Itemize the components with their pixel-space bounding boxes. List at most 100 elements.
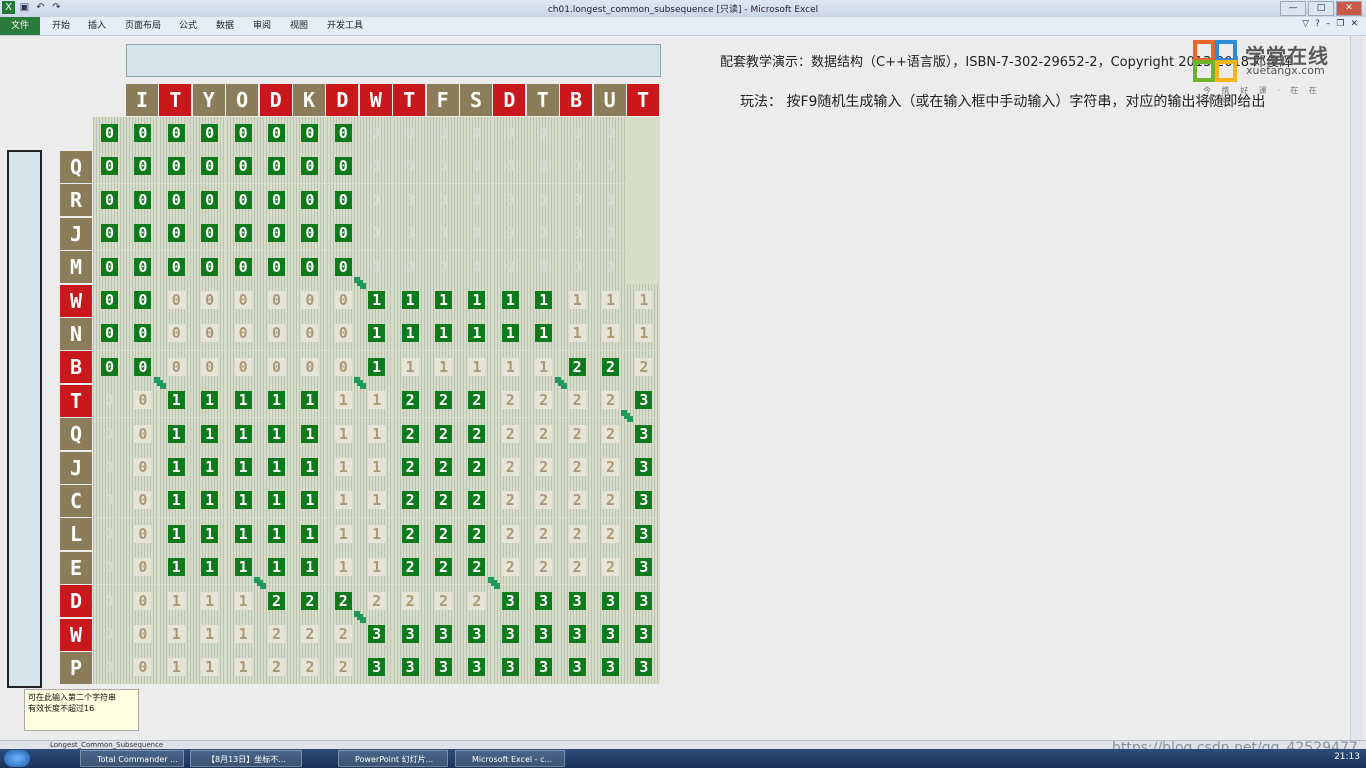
task-powerpoint[interactable]: PowerPoint 幻灯片...: [338, 750, 448, 767]
lcs-cell[interactable]: 1: [227, 384, 260, 417]
tab-formulas[interactable]: 公式: [179, 17, 197, 35]
lcs-cell[interactable]: 0: [394, 217, 427, 250]
lcs-cell[interactable]: 0: [126, 184, 159, 217]
lcs-cell[interactable]: 3: [594, 585, 627, 618]
lcs-cell[interactable]: 0: [494, 251, 527, 284]
lcs-cell[interactable]: 3: [494, 618, 527, 651]
lcs-cell[interactable]: 0: [93, 351, 126, 384]
lcs-cell[interactable]: 0: [126, 618, 159, 651]
lcs-cell[interactable]: 0: [126, 284, 159, 317]
ribbon-collapse-icon[interactable]: ▽: [1302, 19, 1309, 29]
lcs-cell[interactable]: 1: [293, 384, 326, 417]
lcs-cell[interactable]: 2: [293, 585, 326, 618]
lcs-cell[interactable]: 0: [160, 117, 193, 150]
lcs-cell[interactable]: 1: [561, 317, 594, 350]
lcs-cell[interactable]: 1: [227, 618, 260, 651]
lcs-cell[interactable]: 0: [260, 217, 293, 250]
lcs-cell[interactable]: 2: [427, 418, 460, 451]
lcs-cell[interactable]: 0: [93, 251, 126, 284]
lcs-cell[interactable]: 2: [394, 384, 427, 417]
lcs-cell[interactable]: 0: [193, 117, 226, 150]
lcs-cell[interactable]: 0: [594, 184, 627, 217]
lcs-cell[interactable]: 2: [427, 585, 460, 618]
lcs-cell[interactable]: 2: [527, 384, 560, 417]
minimize-button[interactable]: —: [1280, 1, 1306, 16]
lcs-cell[interactable]: 0: [160, 217, 193, 250]
lcs-cell[interactable]: 1: [260, 518, 293, 551]
lcs-cell[interactable]: 1: [427, 351, 460, 384]
lcs-cell[interactable]: 0: [260, 284, 293, 317]
lcs-cell[interactable]: 1: [460, 284, 493, 317]
lcs-cell[interactable]: 0: [293, 217, 326, 250]
lcs-cell[interactable]: 1: [193, 585, 226, 618]
lcs-cell[interactable]: 3: [561, 651, 594, 684]
lcs-cell[interactable]: 3: [427, 651, 460, 684]
lcs-cell[interactable]: 2: [427, 484, 460, 517]
lcs-cell[interactable]: 2: [494, 484, 527, 517]
lcs-cell[interactable]: 0: [427, 251, 460, 284]
lcs-cell[interactable]: 0: [193, 351, 226, 384]
lcs-cell[interactable]: 2: [427, 451, 460, 484]
lcs-cell[interactable]: 1: [227, 418, 260, 451]
lcs-cell[interactable]: 3: [494, 651, 527, 684]
lcs-cell[interactable]: 1: [494, 351, 527, 384]
lcs-cell[interactable]: 2: [594, 451, 627, 484]
lcs-cell[interactable]: 0: [93, 117, 126, 150]
lcs-cell[interactable]: 0: [293, 251, 326, 284]
lcs-cell[interactable]: 0: [427, 150, 460, 183]
lcs-cell[interactable]: 3: [594, 651, 627, 684]
tab-data[interactable]: 数据: [216, 17, 234, 35]
lcs-cell[interactable]: 1: [227, 651, 260, 684]
lcs-cell[interactable]: 2: [260, 618, 293, 651]
lcs-cell[interactable]: 0: [394, 150, 427, 183]
lcs-cell[interactable]: 1: [293, 484, 326, 517]
lcs-cell[interactable]: 2: [260, 651, 293, 684]
lcs-cell[interactable]: 1: [527, 317, 560, 350]
lcs-cell[interactable]: 1: [360, 484, 393, 517]
lcs-cell[interactable]: 0: [460, 184, 493, 217]
lcs-cell[interactable]: 0: [427, 117, 460, 150]
lcs-cell[interactable]: 2: [527, 551, 560, 584]
lcs-cell[interactable]: 0: [360, 251, 393, 284]
lcs-cell[interactable]: 3: [627, 451, 660, 484]
lcs-cell[interactable]: 1: [327, 384, 360, 417]
lcs-cell[interactable]: 2: [494, 551, 527, 584]
lcs-cell[interactable]: 0: [160, 251, 193, 284]
lcs-cell[interactable]: 0: [494, 184, 527, 217]
lcs-cell[interactable]: 0: [594, 117, 627, 150]
lcs-cell[interactable]: 1: [327, 518, 360, 551]
tab-review[interactable]: 审阅: [253, 17, 271, 35]
lcs-cell[interactable]: 2: [260, 585, 293, 618]
lcs-cell[interactable]: 0: [561, 217, 594, 250]
help-icon[interactable]: ?: [1315, 19, 1320, 29]
lcs-cell[interactable]: 0: [561, 117, 594, 150]
lcs-cell[interactable]: 0: [93, 384, 126, 417]
lcs-cell[interactable]: 2: [427, 551, 460, 584]
lcs-cell[interactable]: 0: [93, 551, 126, 584]
lcs-cell[interactable]: 3: [627, 651, 660, 684]
lcs-cell[interactable]: 2: [561, 518, 594, 551]
close-button[interactable]: ✕: [1336, 1, 1362, 16]
lcs-cell[interactable]: 3: [627, 518, 660, 551]
lcs-cell[interactable]: 2: [293, 651, 326, 684]
lcs-cell[interactable]: 2: [460, 484, 493, 517]
lcs-cell[interactable]: 0: [527, 251, 560, 284]
lcs-cell[interactable]: 1: [260, 484, 293, 517]
start-button[interactable]: [4, 750, 30, 767]
lcs-cell[interactable]: 3: [527, 585, 560, 618]
lcs-cell[interactable]: 2: [527, 484, 560, 517]
lcs-cell[interactable]: 0: [93, 217, 126, 250]
lcs-cell[interactable]: 1: [427, 284, 460, 317]
lcs-cell[interactable]: 2: [394, 418, 427, 451]
lcs-cell[interactable]: 2: [327, 651, 360, 684]
lcs-cell[interactable]: 3: [460, 651, 493, 684]
lcs-cell[interactable]: 0: [394, 251, 427, 284]
lcs-cell[interactable]: 1: [360, 418, 393, 451]
lcs-cell[interactable]: 0: [260, 150, 293, 183]
lcs-cell[interactable]: 1: [160, 618, 193, 651]
lcs-cell[interactable]: 0: [160, 184, 193, 217]
lcs-cell[interactable]: 1: [360, 284, 393, 317]
tab-file[interactable]: 文件: [0, 17, 40, 35]
lcs-cell[interactable]: 0: [327, 217, 360, 250]
lcs-cell[interactable]: 0: [460, 217, 493, 250]
